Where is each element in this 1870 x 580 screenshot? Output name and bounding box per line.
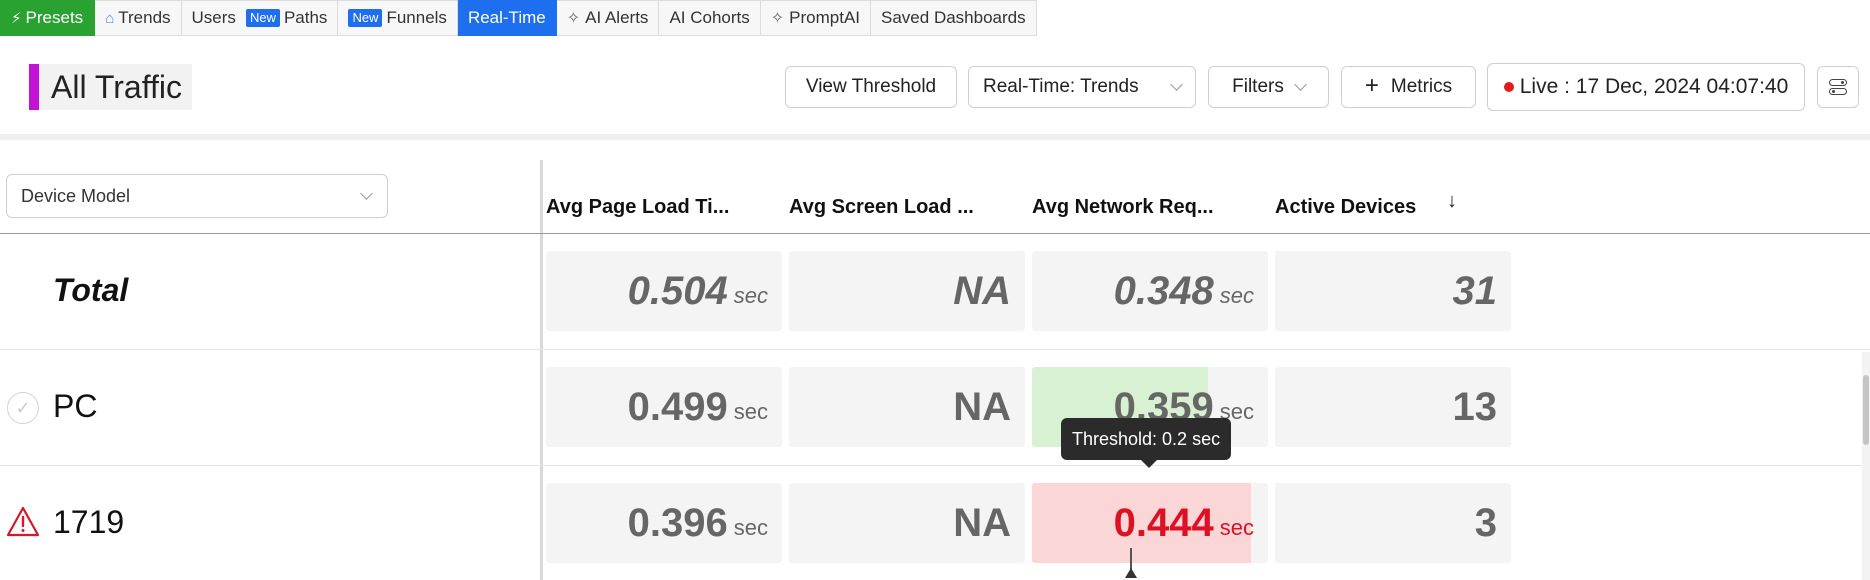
nav-funnels-label: Funnels — [386, 8, 447, 27]
cell-total-screen-load: NA — [789, 251, 1025, 331]
cell-unit: sec — [733, 283, 768, 308]
toggle-settings-icon — [1829, 79, 1847, 95]
column-header-network[interactable]: Avg Network Req... — [1032, 196, 1214, 219]
check-circle-icon: ✓ — [7, 392, 39, 424]
live-dot-icon — [1503, 82, 1514, 92]
home-icon: ⌂ — [105, 9, 115, 27]
chevron-down-icon — [1170, 78, 1183, 91]
nav-promptai-label: PromptAI — [789, 8, 861, 27]
chevron-down-icon — [1293, 78, 1307, 91]
cell-pc-active: 13 — [1275, 367, 1511, 447]
cell-value: 0.348 — [1113, 268, 1214, 313]
cell-total-page-load: 0.504 sec — [546, 251, 782, 331]
cell-value: NA — [953, 268, 1011, 313]
cell-1719-active: 3 — [1275, 483, 1511, 563]
view-threshold-label: View Threshold — [805, 76, 937, 97]
nav-ai-alerts-label: AI Alerts — [585, 8, 649, 27]
nav-funnels[interactable]: New Funnels — [338, 0, 458, 36]
new-badge: New — [245, 9, 280, 27]
page-title-wrap: All Traffic — [29, 64, 192, 110]
threshold-marker — [1125, 548, 1137, 578]
cell-1719-screen-load: NA — [789, 483, 1025, 563]
nav-trends-label: Trends — [118, 8, 171, 27]
nav-presets[interactable]: ⚡ Presets — [0, 0, 96, 36]
cell-value: 0.444 — [1113, 500, 1214, 545]
column-header-screen-load[interactable]: Avg Screen Load ... — [789, 196, 974, 219]
cell-value: NA — [953, 384, 1011, 429]
cell-value: 0.499 — [627, 384, 728, 429]
row-label-pc: PC — [53, 388, 98, 424]
cell-1719-network: 0.444 sec — [1032, 483, 1268, 563]
sparkle-icon: ✧ — [566, 10, 581, 27]
sort-descending-icon[interactable]: ↓ — [1447, 190, 1457, 213]
cell-pc-screen-load: NA — [789, 367, 1025, 447]
nav-realtime-label: Real-Time — [467, 8, 546, 27]
cell-value: 0.396 — [627, 500, 728, 545]
cell-value: 0.504 — [627, 268, 728, 313]
nav-saved-dashboards[interactable]: Saved Dashboards — [871, 0, 1037, 36]
row-divider — [0, 349, 1870, 350]
live-status[interactable]: Live : 17 Dec, 2024 04:07:40 — [1487, 63, 1805, 111]
metrics-button[interactable]: + Metrics — [1341, 66, 1476, 108]
cell-1719-page-load: 0.396 sec — [546, 483, 782, 563]
cell-pc-page-load: 0.499 sec — [546, 367, 782, 447]
chevron-down-icon — [360, 187, 373, 200]
nav-users-label: Users — [191, 8, 236, 27]
group-by-value: Device Model — [21, 185, 131, 206]
nav-ai-cohorts-label: AI Cohorts — [669, 8, 750, 27]
row-label-total: Total — [53, 272, 129, 308]
nav-ai-alerts[interactable]: ✧ AI Alerts — [556, 0, 660, 36]
cell-unit: sec — [733, 515, 768, 540]
cell-total-active: 31 — [1275, 251, 1511, 331]
filters-button[interactable]: Filters — [1208, 66, 1329, 108]
column-divider — [540, 160, 543, 580]
row-divider — [0, 465, 1870, 466]
cell-total-network: 0.348 sec — [1032, 251, 1268, 331]
cell-value: NA — [953, 500, 1011, 545]
cell-value: 13 — [1452, 384, 1498, 429]
column-header-page-load[interactable]: Avg Page Load Ti... — [546, 196, 729, 219]
metrics-label: Metrics — [1390, 76, 1453, 97]
nav-saved-dashboards-label: Saved Dashboards — [881, 8, 1026, 27]
nav-promptai[interactable]: ✧ PromptAI — [760, 0, 872, 36]
warning-triangle-icon — [6, 506, 40, 537]
nav-users-paths[interactable]: Users New Paths — [181, 0, 339, 36]
nav-ai-cohorts[interactable]: AI Cohorts — [659, 0, 761, 36]
page-title: All Traffic — [51, 68, 182, 105]
top-nav: ⚡ Presets ⌂ Trends Users New Paths New F… — [0, 0, 1037, 36]
nav-paths-label: Paths — [283, 8, 328, 27]
filters-label: Filters — [1232, 76, 1284, 97]
view-select-value: Real-Time: Trends — [983, 76, 1139, 97]
cell-value: 31 — [1452, 268, 1498, 313]
scrollbar-thumb[interactable] — [1863, 375, 1869, 445]
cell-unit: sec — [1219, 515, 1254, 540]
column-header-active-devices[interactable]: Active Devices — [1275, 196, 1416, 219]
dashboard-header: All Traffic View Threshold Real-Time: Tr… — [0, 52, 1870, 140]
title-accent-bar — [29, 64, 39, 110]
nav-trends[interactable]: ⌂ Trends — [95, 0, 182, 36]
row-label-1719: 1719 — [53, 504, 125, 540]
cell-unit: sec — [733, 399, 768, 424]
cell-unit: sec — [1219, 283, 1254, 308]
threshold-tooltip: Threshold: 0.2 sec — [1061, 418, 1232, 468]
view-threshold-button[interactable]: View Threshold — [785, 66, 957, 108]
new-badge: New — [348, 9, 383, 27]
sparkle-icon: ✧ — [770, 10, 785, 27]
live-timestamp: Live : 17 Dec, 2024 04:07:40 — [1519, 75, 1789, 98]
view-select[interactable]: Real-Time: Trends — [968, 66, 1196, 108]
settings-toggle-button[interactable] — [1817, 66, 1859, 108]
header-divider — [0, 233, 1870, 234]
lightning-icon: ⚡ — [11, 10, 22, 27]
group-by-select[interactable]: Device Model — [6, 174, 388, 218]
nav-presets-label: Presets — [25, 8, 84, 27]
cell-value: 3 — [1474, 500, 1497, 545]
nav-realtime[interactable]: Real-Time — [457, 0, 557, 36]
plus-icon: + — [1364, 71, 1379, 99]
